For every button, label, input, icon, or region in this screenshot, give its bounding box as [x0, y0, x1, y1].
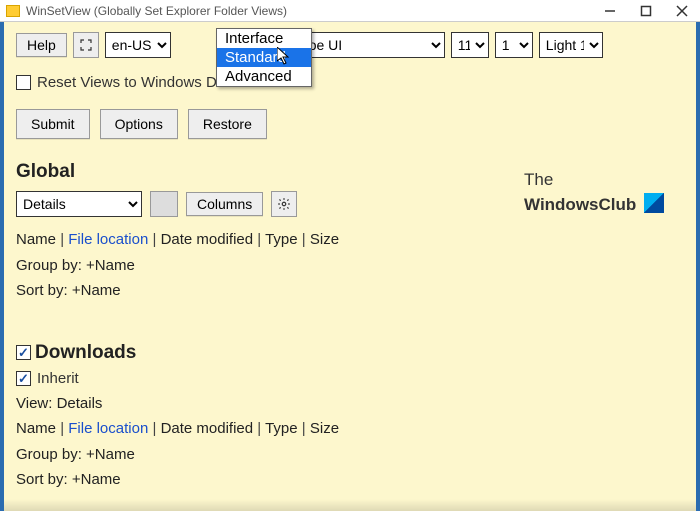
global-heading: Global: [16, 161, 75, 183]
cursor-icon: [277, 47, 293, 67]
menu-item-standard[interactable]: Standard: [217, 48, 311, 67]
global-groupby: Group by: +Name: [16, 253, 684, 279]
restore-button[interactable]: Restore: [188, 109, 267, 139]
watermark: The WindowsClub: [524, 170, 664, 215]
options-button[interactable]: Options: [100, 109, 178, 139]
downloads-groupby: Group by: +Name: [16, 442, 684, 468]
column-file-location[interactable]: File location: [68, 231, 148, 248]
downloads-section: Downloads Inherit View: Details Name | F…: [16, 342, 684, 493]
language-select[interactable]: en-US: [105, 32, 171, 58]
reset-checkbox[interactable]: [16, 75, 31, 90]
global-columns-row: Name | File location | Date modified | T…: [16, 227, 684, 253]
minimize-button[interactable]: [592, 1, 628, 21]
downloads-sortby: Sort by: +Name: [16, 467, 684, 493]
column-file-location[interactable]: File location: [68, 420, 148, 437]
downloads-enable-checkbox[interactable]: [16, 345, 31, 360]
icon-slot[interactable]: [150, 191, 178, 217]
inherit-label: Inherit: [37, 370, 79, 387]
mode-dropdown[interactable]: Interface Standard Advanced: [216, 28, 312, 87]
help-button[interactable]: Help: [16, 33, 67, 57]
reset-row: Reset Views to Windows Defaults: [16, 74, 684, 91]
action-row: Submit Options Restore: [16, 109, 684, 139]
columns-button[interactable]: Columns: [186, 192, 263, 216]
top-toolbar: Help en-US Segoe UI 11 1 Light 1: [16, 32, 684, 58]
app-body: Help en-US Segoe UI 11 1 Light 1 Interfa…: [0, 22, 700, 511]
global-view-select[interactable]: Details: [16, 191, 142, 217]
submit-button[interactable]: Submit: [16, 109, 90, 139]
close-button[interactable]: [664, 1, 700, 21]
spacing-select[interactable]: 1: [495, 32, 533, 58]
inherit-checkbox[interactable]: [16, 371, 31, 386]
fullscreen-button[interactable]: [73, 32, 99, 58]
fontsize-select[interactable]: 11: [451, 32, 489, 58]
windows-flag-icon: [644, 193, 664, 213]
theme-select[interactable]: Light 1: [539, 32, 603, 58]
menu-item-advanced[interactable]: Advanced: [217, 67, 311, 86]
global-sortby: Sort by: +Name: [16, 278, 684, 304]
settings-gear-button[interactable]: [271, 191, 297, 217]
titlebar: WinSetView (Globally Set Explorer Folder…: [0, 0, 700, 22]
window-title: WinSetView (Globally Set Explorer Folder…: [26, 4, 592, 18]
downloads-columns-row: Name | File location | Date modified | T…: [16, 416, 684, 442]
downloads-view: View: Details: [16, 391, 684, 417]
menu-item-interface[interactable]: Interface: [217, 29, 311, 48]
downloads-heading: Downloads: [35, 342, 136, 364]
folder-icon: [6, 5, 20, 17]
maximize-button[interactable]: [628, 1, 664, 21]
